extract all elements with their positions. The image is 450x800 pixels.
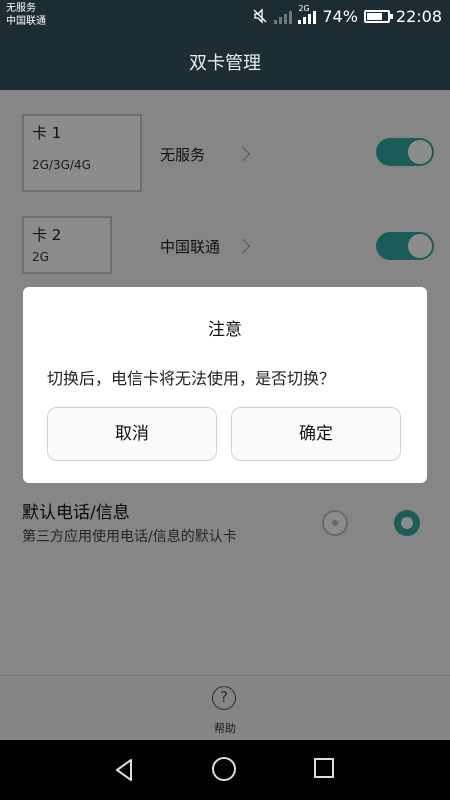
title-bar: 双卡管理 xyxy=(0,32,450,90)
carrier-1-label: 无服务 xyxy=(6,3,36,14)
confirm-dialog: 注意 切换后，电信卡将无法使用，是否切换？ 取消 确定 xyxy=(23,287,427,483)
battery-percent: 74% xyxy=(322,6,358,26)
cancel-button[interactable]: 取消 xyxy=(47,407,217,461)
recent-apps-icon[interactable] xyxy=(314,758,334,778)
status-bar: 无服务 中国联通 2G 74% 22:08 xyxy=(0,0,450,32)
carrier-2-label: 中国联通 xyxy=(6,16,46,27)
battery-fill xyxy=(366,12,382,20)
signal-icon-sim2: 2G xyxy=(298,4,317,24)
status-icons: 2G 74% 22:08 xyxy=(252,4,442,27)
navigation-bar xyxy=(0,740,450,800)
carrier-info: 无服务 中国联通 xyxy=(6,2,46,28)
dialog-message: 切换后，电信卡将无法使用，是否切换？ xyxy=(47,369,336,388)
network-type-label: 2G xyxy=(298,4,310,13)
back-icon[interactable] xyxy=(113,758,137,782)
signal-icon-sim1 xyxy=(274,8,293,24)
page-title: 双卡管理 xyxy=(189,53,261,74)
clock: 22:08 xyxy=(395,6,442,26)
battery-icon xyxy=(363,9,393,23)
confirm-button[interactable]: 确定 xyxy=(231,407,401,461)
dialog-title: 注意 xyxy=(208,320,242,340)
home-icon[interactable] xyxy=(212,757,236,781)
mute-icon xyxy=(253,8,267,24)
